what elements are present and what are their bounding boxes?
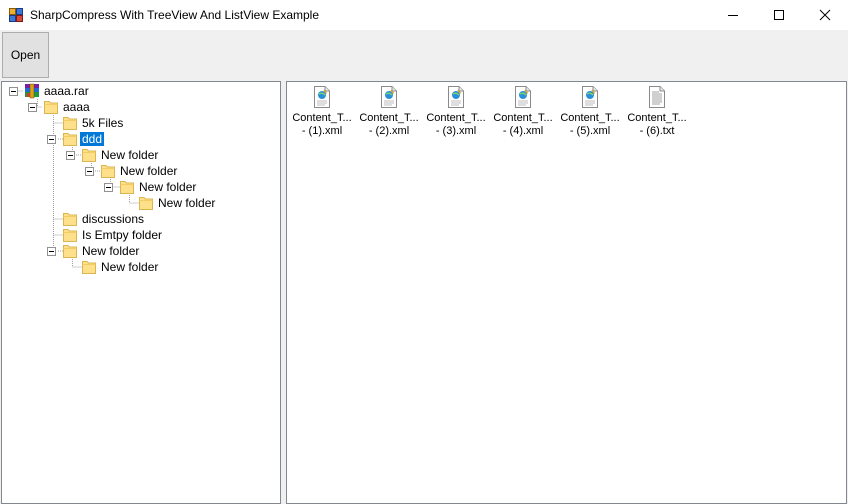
tree-node-label-selected: ddd — [80, 132, 105, 146]
app-icon — [9, 8, 23, 22]
tree-node-label: New folder — [158, 196, 216, 210]
rar-archive-icon — [25, 83, 39, 99]
file-item[interactable]: Content_T... - (5).xml — [557, 83, 623, 145]
tree-node-label: New folder — [101, 260, 159, 274]
open-button[interactable]: Open — [2, 32, 49, 78]
archive-tree-view[interactable]: aaaa.rar aaaa 5k Files ddd New folder Ne… — [1, 81, 281, 504]
tree-node-label: New folder — [82, 244, 140, 258]
file-name: Content_T... - (6).txt — [627, 112, 687, 137]
tree-node-label: Is Emtpy folder — [82, 228, 163, 242]
file-item[interactable]: Content_T... - (4).xml — [490, 83, 556, 145]
close-icon — [819, 9, 831, 21]
collapse-new-folder-toggle[interactable] — [47, 247, 56, 256]
tree-node-label: 5k Files — [82, 116, 124, 130]
file-list-view[interactable]: Content_T... - (1).xml Content_T... - (2).… — [286, 81, 847, 504]
xml-file-icon — [314, 86, 330, 108]
tree-node-label: aaaa.rar — [44, 84, 89, 98]
folder-icon — [100, 163, 116, 179]
collapse-new-folder-toggle[interactable] — [104, 183, 113, 192]
file-name: Content_T... - (1).xml — [292, 112, 352, 137]
toolbar: Open — [0, 30, 848, 81]
maximize-icon — [774, 10, 784, 20]
xml-file-icon — [582, 86, 598, 108]
xml-file-icon — [381, 86, 397, 108]
xml-file-icon — [515, 86, 531, 108]
folder-icon — [62, 227, 78, 243]
tree-node-label: discussions — [82, 212, 145, 226]
folder-icon — [62, 211, 78, 227]
folder-icon — [119, 179, 135, 195]
folder-icon — [62, 131, 78, 147]
collapse-new-folder-toggle[interactable] — [66, 151, 75, 160]
minimize-icon — [728, 15, 738, 16]
minimize-button[interactable] — [710, 0, 756, 30]
tree-node-label: New folder — [120, 164, 178, 178]
file-item[interactable]: Content_T... - (1).xml — [289, 83, 355, 145]
folder-icon — [81, 259, 97, 275]
xml-file-icon — [448, 86, 464, 108]
collapse-aaaa-toggle[interactable] — [28, 103, 37, 112]
window-title: SharpCompress With TreeView And ListView… — [30, 8, 320, 22]
folder-icon — [62, 243, 78, 259]
collapse-ddd-toggle[interactable] — [47, 135, 56, 144]
file-name: Content_T... - (5).xml — [560, 112, 620, 137]
tree-node-label: New folder — [101, 148, 159, 162]
folder-icon — [43, 99, 59, 115]
collapse-new-folder-toggle[interactable] — [85, 167, 94, 176]
file-item[interactable]: Content_T... - (3).xml — [423, 83, 489, 145]
title-bar: SharpCompress With TreeView And ListView… — [0, 0, 848, 30]
close-button[interactable] — [802, 0, 848, 30]
file-name: Content_T... - (2).xml — [359, 112, 419, 137]
text-file-icon — [649, 86, 665, 108]
folder-icon — [81, 147, 97, 163]
collapse-archive-toggle[interactable] — [9, 87, 18, 96]
folder-icon — [62, 115, 78, 131]
file-item[interactable]: Content_T... - (6).txt — [624, 83, 690, 145]
folder-icon — [138, 195, 154, 211]
file-name: Content_T... - (4).xml — [493, 112, 553, 137]
tree-node-label: aaaa — [63, 100, 90, 114]
maximize-button[interactable] — [756, 0, 802, 30]
file-item[interactable]: Content_T... - (2).xml — [356, 83, 422, 145]
tree-node-label: New folder — [139, 180, 197, 194]
file-name: Content_T... - (3).xml — [426, 112, 486, 137]
